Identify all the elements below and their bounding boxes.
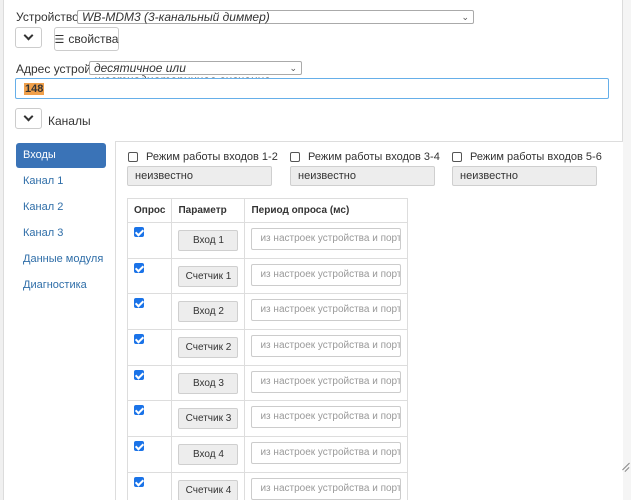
mode-1-2-value: неизвестно bbox=[127, 166, 272, 186]
checkbox-checked-icon[interactable] bbox=[134, 476, 144, 487]
table-row: Вход 3 из настроек устройства и порта bbox=[126, 364, 409, 402]
table-row: Вход 1 из настроек устройства и порта bbox=[126, 222, 409, 259]
caret-down-icon: ⌄ bbox=[289, 63, 297, 73]
period-input[interactable]: из настроек устройства и порта bbox=[251, 441, 402, 464]
mode-1-2[interactable]: Режим работы входов 1-2 bbox=[128, 151, 278, 163]
channels-label: Каналы bbox=[48, 114, 91, 128]
properties-button-label: свойства bbox=[68, 32, 119, 46]
device-collapse-button[interactable] bbox=[15, 27, 42, 48]
period-input[interactable]: из настроек устройства и порта bbox=[251, 406, 402, 429]
checkbox-icon[interactable] bbox=[128, 152, 138, 162]
mode-1-2-label: Режим работы входов 1-2 bbox=[146, 151, 278, 163]
param-button[interactable]: Вход 3 bbox=[178, 372, 239, 394]
table-row: Счетчик 4 из настроек устройства и порта bbox=[126, 471, 409, 500]
param-button[interactable]: Вход 2 bbox=[178, 301, 239, 323]
caret-down-icon: ⌄ bbox=[461, 12, 469, 22]
mode-3-4[interactable]: Режим работы входов 3-4 bbox=[290, 151, 440, 163]
checkbox-icon[interactable] bbox=[452, 152, 462, 162]
param-button[interactable]: Счетчик 1 bbox=[178, 265, 239, 287]
nav-item-diagnostics[interactable]: Диагностика bbox=[16, 272, 106, 298]
period-input[interactable]: из настроек устройства и порта bbox=[251, 299, 402, 322]
nav-item-inputs[interactable]: Входы bbox=[16, 143, 106, 168]
address-input[interactable]: 148 bbox=[15, 78, 609, 99]
mode-3-4-value: неизвестно bbox=[290, 166, 435, 186]
checkbox-checked-icon[interactable] bbox=[134, 226, 144, 237]
header-period: Период опроса (мс) bbox=[244, 198, 409, 223]
checkbox-checked-icon[interactable] bbox=[134, 262, 144, 273]
checkbox-icon[interactable] bbox=[290, 152, 300, 162]
nav-item-channel-3[interactable]: Канал 3 bbox=[16, 220, 106, 246]
device-select[interactable]: WB-MDM3 (3-канальный диммер) ⌄ bbox=[77, 10, 474, 24]
checkbox-checked-icon[interactable] bbox=[134, 440, 144, 451]
nav-item-module-data[interactable]: Данные модуля bbox=[16, 246, 106, 272]
right-scrollbar[interactable] bbox=[622, 0, 631, 500]
nav-item-channel-2[interactable]: Канал 2 bbox=[16, 194, 106, 220]
mode-5-6-label: Режим работы входов 5-6 bbox=[470, 151, 602, 163]
chevron-down-icon bbox=[23, 111, 34, 122]
sidebar-nav: Входы Канал 1 Канал 2 Канал 3 Данные мод… bbox=[16, 143, 106, 298]
resize-grip-icon[interactable] bbox=[619, 460, 631, 474]
inputs-table: Опрос Параметр Период опроса (мс) Вход 1… bbox=[126, 198, 409, 500]
period-input[interactable]: из настроек устройства и порта bbox=[251, 477, 402, 500]
table-row: Вход 2 из настроек устройства и порта bbox=[126, 293, 409, 331]
properties-button[interactable]: ☰ свойства bbox=[54, 27, 119, 51]
nav-item-channel-1[interactable]: Канал 1 bbox=[16, 168, 106, 194]
checkbox-checked-icon[interactable] bbox=[134, 333, 144, 344]
checkbox-checked-icon[interactable] bbox=[134, 405, 144, 416]
table-row: Вход 4 из настроек устройства и порта bbox=[126, 436, 409, 473]
device-config-page: Устройство 10 WB-MDM3 (3-канальный димме… bbox=[0, 0, 631, 500]
checkbox-checked-icon[interactable] bbox=[134, 369, 144, 380]
table-header-row: Опрос Параметр Период опроса (мс) bbox=[126, 198, 409, 223]
param-button[interactable]: Счетчик 2 bbox=[178, 336, 239, 358]
period-input[interactable]: из настроек устройства и порта bbox=[251, 227, 402, 250]
device-select-value: WB-MDM3 (3-канальный диммер) bbox=[82, 10, 270, 24]
mode-5-6[interactable]: Режим работы входов 5-6 bbox=[452, 151, 602, 163]
period-input[interactable]: из настроек устройства и порта bbox=[251, 334, 402, 357]
param-button[interactable]: Счетчик 3 bbox=[178, 408, 239, 430]
address-format-select[interactable]: десятичное или шестнадцатеричное значени… bbox=[89, 61, 302, 86]
header-param: Параметр bbox=[171, 198, 246, 223]
table-row: Счетчик 2 из настроек устройства и порта bbox=[126, 329, 409, 366]
param-button[interactable]: Счетчик 4 bbox=[178, 479, 239, 500]
channels-collapse-button[interactable] bbox=[15, 108, 42, 129]
period-input[interactable]: из настроек устройства и порта bbox=[251, 370, 402, 393]
mode-3-4-label: Режим работы входов 3-4 bbox=[308, 151, 440, 163]
checkbox-checked-icon[interactable] bbox=[134, 298, 144, 309]
chevron-down-icon bbox=[23, 30, 34, 41]
header-poll: Опрос bbox=[126, 198, 173, 223]
table-row: Счетчик 3 из настроек устройства и порта bbox=[126, 400, 409, 438]
period-input[interactable]: из настроек устройства и порта bbox=[251, 263, 402, 286]
param-button[interactable]: Вход 1 bbox=[178, 229, 239, 251]
list-icon: ☰ bbox=[54, 33, 65, 46]
mode-5-6-value: неизвестно bbox=[452, 166, 597, 186]
param-button[interactable]: Вход 4 bbox=[178, 443, 239, 465]
left-edge bbox=[0, 0, 4, 500]
address-value: 148 bbox=[24, 83, 45, 95]
table-row: Счетчик 1 из настроек устройства и порта bbox=[126, 257, 409, 295]
